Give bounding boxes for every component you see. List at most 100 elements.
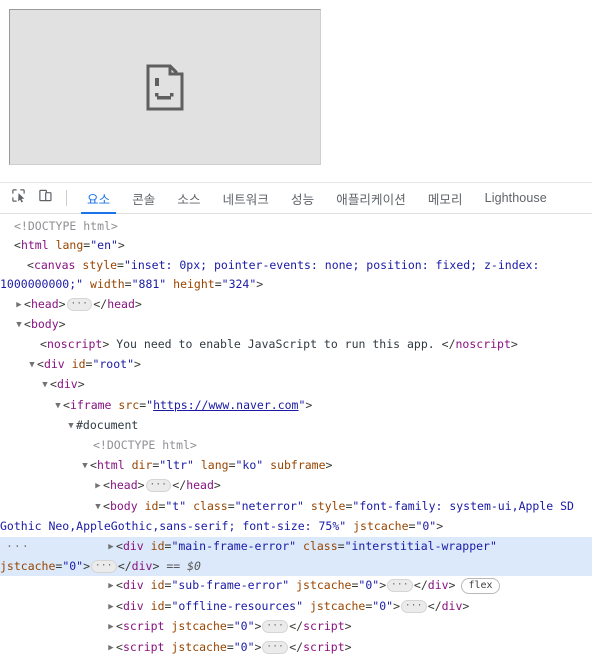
collapse-triangle-icon[interactable]: ▼ (66, 417, 76, 436)
collapsed-children-pill[interactable]: ··· (262, 640, 289, 654)
toolbar-separator (66, 190, 67, 206)
attr-name: jstcache (0, 558, 56, 573)
node-gutter-menu[interactable]: ··· (6, 537, 30, 556)
dom-node-sub-doctype[interactable]: <!DOCTYPE html> (0, 436, 592, 455)
dom-node-sub-html[interactable]: ▼ <html dir="ltr" lang="ko" subframe> (0, 456, 592, 476)
attr-name: id (150, 578, 165, 593)
collapse-triangle-icon[interactable]: ▼ (80, 457, 90, 476)
device-toolbar-button[interactable] (32, 185, 59, 211)
tag-name: script (122, 639, 165, 654)
expand-triangle-icon[interactable]: ▶ (106, 618, 116, 637)
chrome-error-page (9, 9, 321, 165)
expand-triangle-icon[interactable]: ▶ (106, 639, 116, 656)
dom-node-offline-resources[interactable]: ▶ <div id="offline-resources" jstcache="0… (0, 597, 592, 617)
tab-sources[interactable]: 소스 (166, 183, 211, 214)
attr-value: "root" (92, 356, 134, 371)
tag-name: div (122, 538, 144, 553)
tag-name: html (20, 238, 49, 253)
collapsed-children-pill[interactable]: ··· (401, 599, 427, 613)
tab-application[interactable]: 애플리케이션 (325, 183, 417, 214)
inspect-element-icon (11, 188, 26, 208)
dom-node-doctype[interactable]: <!DOCTYPE html> (0, 217, 592, 236)
tag-name: div (441, 598, 463, 613)
tab-elements[interactable]: 요소 (76, 183, 121, 214)
iframe-src-link[interactable]: https://www.naver.com (153, 398, 298, 412)
dom-node-sub-frame-error[interactable]: ▶ <div id="sub-frame-error" jstcache="0">… (0, 576, 592, 596)
expand-triangle-icon[interactable]: ▶ (14, 296, 24, 315)
flex-badge[interactable]: flex (461, 578, 500, 595)
dom-node-noscript[interactable]: <noscript> You need to enable JavaScript… (0, 335, 592, 354)
attr-name: jstcache (296, 578, 352, 593)
tag-name: head (109, 478, 138, 493)
dom-tree[interactable]: <!DOCTYPE html> <html lang="en"> <canvas… (0, 214, 592, 656)
devtools-panel: 요소 콘솔 소스 네트워크 성능 애플리케이션 메모리 Lighthouse <… (0, 183, 592, 656)
dom-node-sub-body[interactable]: ▼ <body id="t" class="neterror" style="fo… (0, 497, 592, 537)
expand-triangle-icon[interactable]: ▶ (106, 598, 116, 617)
sad-document-icon (146, 63, 184, 111)
tag-name: canvas (33, 257, 76, 272)
attr-name: subframe (270, 457, 326, 472)
tab-network[interactable]: 네트워크 (212, 183, 280, 214)
tab-memory[interactable]: 메모리 (417, 183, 474, 214)
tag-name: div (122, 578, 144, 593)
doctype-text: <!DOCTYPE html> (14, 219, 118, 233)
tag-name: script (122, 619, 165, 634)
dom-node-body[interactable]: ▼ <body> (0, 315, 592, 335)
expand-triangle-icon[interactable]: ▶ (93, 477, 103, 496)
attr-name: width (90, 277, 125, 292)
attr-value: "0" (372, 598, 394, 613)
attr-name: id (150, 538, 165, 553)
devtools-window: 요소 콘솔 소스 네트워크 성능 애플리케이션 메모리 Lighthouse <… (0, 0, 592, 656)
collapsed-children-pill[interactable]: ··· (387, 579, 413, 593)
device-toolbar-icon (38, 188, 53, 208)
text-node: You need to enable JavaScript to run thi… (116, 337, 435, 352)
collapsed-children-pill[interactable]: ··· (262, 620, 289, 634)
attr-value: "0" (358, 578, 380, 593)
collapsed-children-pill[interactable]: ··· (66, 297, 93, 311)
expand-triangle-icon[interactable]: ▶ (106, 577, 116, 596)
tag-name: div (122, 598, 144, 613)
dom-node-root-div[interactable]: ▼ <div id="root"> (0, 355, 592, 375)
attr-name: jstcache (171, 639, 227, 654)
attr-value: "ltr" (159, 457, 194, 472)
tab-lighthouse[interactable]: Lighthouse (474, 183, 558, 214)
attr-name: jstcache (309, 598, 366, 613)
dom-node-document[interactable]: ▼ #document (0, 416, 592, 436)
attr-value: "offline-resources" (171, 598, 304, 613)
attr-name: class (303, 538, 338, 553)
collapse-triangle-icon[interactable]: ▼ (40, 376, 50, 395)
collapse-triangle-icon[interactable]: ▼ (93, 498, 103, 517)
tab-console[interactable]: 콘솔 (121, 183, 166, 214)
attr-value: "main-frame-error" (171, 538, 297, 553)
doctype-text: <!DOCTYPE html> (93, 438, 197, 453)
collapse-triangle-icon[interactable]: ▼ (27, 356, 37, 375)
tag-name: head (107, 296, 135, 311)
inspect-element-button[interactable] (5, 185, 32, 211)
dom-node-canvas[interactable]: <canvas style="inset: 0px; pointer-event… (0, 256, 592, 295)
attr-name: jstcache (171, 619, 227, 634)
dom-node-html[interactable]: <html lang="en"> (0, 236, 592, 255)
dom-node-script-1[interactable]: ▶ <script jstcache="0"> ··· </script> (0, 617, 592, 637)
tab-performance[interactable]: 성능 (280, 183, 325, 214)
tab-network-label: 네트워크 (222, 192, 270, 207)
dom-node-iframe[interactable]: ▼ <iframe src="https://www.naver.com"> (0, 396, 592, 416)
tag-name: iframe (69, 397, 112, 412)
attr-value: "en" (90, 238, 118, 253)
expand-triangle-icon[interactable]: ▶ (106, 538, 116, 557)
tab-sources-label: 소스 (177, 192, 201, 207)
dom-node-script-2[interactable]: ▶ <script jstcache="0"> ··· </script> (0, 638, 592, 656)
collapse-triangle-icon[interactable]: ▼ (53, 397, 63, 416)
dom-node-head[interactable]: ▶ <head> ··· </head> (0, 295, 592, 315)
collapsed-children-pill[interactable]: ··· (145, 479, 172, 493)
attr-name: lang (200, 457, 229, 472)
dom-node-main-frame-error[interactable]: ··· ▶ <div id="main-frame-error" class="in… (0, 536, 592, 577)
attr-name: id (150, 598, 165, 613)
collapsed-children-pill[interactable]: ··· (91, 559, 117, 573)
attr-value: "0" (62, 558, 84, 573)
tab-elements-label: 요소 (87, 192, 111, 207)
tag-name: script (303, 619, 345, 634)
dom-node-inner-div[interactable]: ▼ <div> (0, 375, 592, 395)
dom-node-sub-head[interactable]: ▶ <head> ··· </head> (0, 476, 592, 496)
attr-name: lang (55, 238, 84, 253)
collapse-triangle-icon[interactable]: ▼ (14, 316, 24, 335)
